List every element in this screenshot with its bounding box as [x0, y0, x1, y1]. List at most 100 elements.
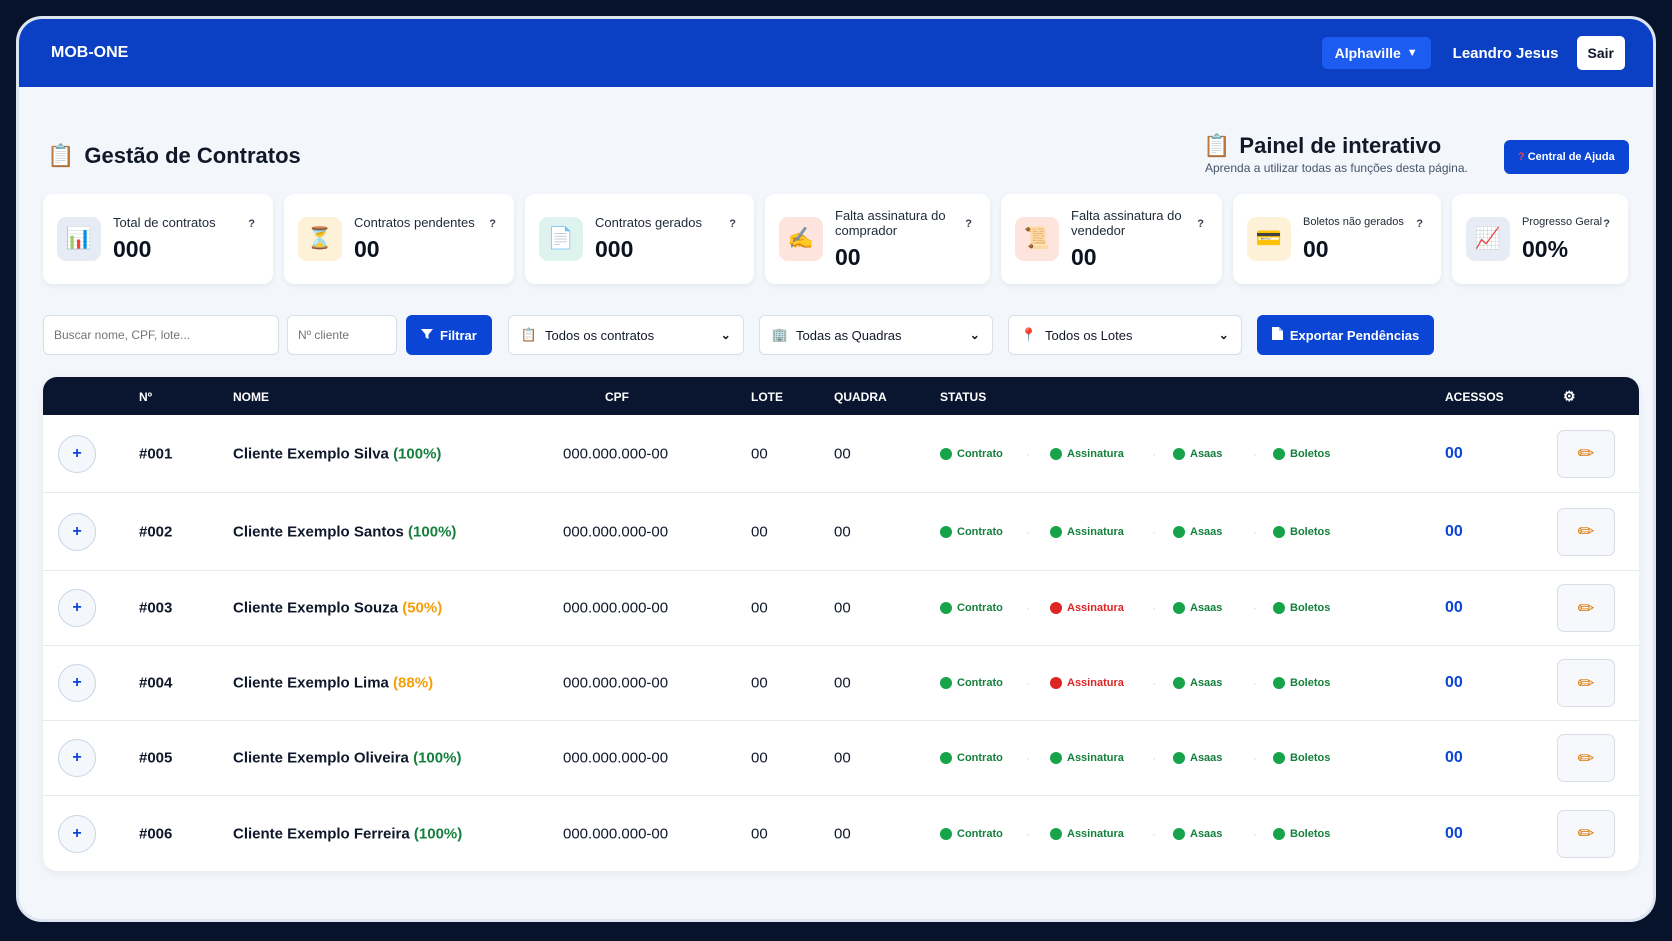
status-dot-icon: [1050, 447, 1062, 460]
stat-card-label: Boletos não gerados: [1303, 216, 1404, 228]
status-label: Asaas: [1190, 602, 1223, 614]
expand-row-button[interactable]: +: [58, 664, 96, 702]
lote-cell: 00: [751, 825, 768, 842]
help-center-button[interactable]: ? Central de Ajuda: [1504, 140, 1629, 174]
status-boletos: Boletos: [1273, 677, 1330, 689]
table-row: + #004 Cliente Exemplo Lima (88%) 000.000.0…: [43, 646, 1639, 721]
expand-row-button[interactable]: +: [58, 814, 96, 853]
status-boletos: Boletos: [1273, 602, 1330, 614]
panel-title: 📋 Painel de interativo: [1203, 133, 1468, 159]
expand-row-button[interactable]: +: [58, 739, 96, 777]
progress-percent: (50%): [402, 599, 443, 617]
blocks-select[interactable]: 🏢 Todas as Quadras ⌄: [758, 315, 993, 355]
lots-select-value: Todos os Lotes: [1045, 327, 1133, 343]
status-contrato: Contrato: [940, 827, 1003, 840]
edit-button[interactable]: ✏: [1557, 659, 1615, 707]
table-row: + #003 Cliente Exemplo Souza (50%) 000.000.…: [43, 571, 1639, 646]
status-label: Assinatura: [1067, 677, 1124, 689]
cpf-cell: 000.000.000-00: [563, 674, 669, 692]
header-status: STATUS: [940, 390, 987, 404]
client-name-cell: Cliente Exemplo Santos (100%): [233, 523, 456, 540]
stat-card-body: Contratos pendentes 00: [354, 215, 475, 263]
pencil-icon: ✏: [1577, 672, 1595, 695]
status-asaas: Asaas: [1173, 752, 1222, 764]
filter-bar: Filtrar 📋 Todos os contratos ⌄ 🏢 Todas a…: [43, 315, 1435, 355]
header-num: Nº: [139, 390, 153, 404]
expand-row-button[interactable]: +: [58, 434, 96, 473]
status-asaas: Asaas: [1173, 827, 1222, 840]
pin-icon: 📍: [1020, 327, 1038, 342]
stat-card-label: Contratos pendentes: [354, 215, 475, 230]
status-contrato: Contrato: [940, 752, 1003, 764]
status-dot-icon: [1273, 677, 1285, 689]
status-separator: ·: [1152, 446, 1156, 461]
cpf-cell: 000.000.000-00: [563, 599, 669, 617]
help-question-icon[interactable]: ?: [1197, 218, 1204, 230]
progress-percent: (100%): [413, 749, 462, 767]
expand-row-button[interactable]: +: [58, 589, 96, 627]
status-separator: ·: [1026, 676, 1030, 690]
client-name-cell: Cliente Exemplo Souza (50%): [233, 600, 442, 617]
filter-button[interactable]: Filtrar: [406, 315, 492, 355]
interactive-panel: 📋 Painel de interativo Aprenda a utiliza…: [1203, 133, 1468, 175]
client-name: Cliente Exemplo Oliveira: [233, 749, 409, 767]
status-dot-icon: [1273, 827, 1285, 840]
region-dropdown[interactable]: Alphaville ▼: [1321, 37, 1431, 69]
status-separator: ·: [1152, 601, 1156, 615]
status-boletos: Boletos: [1273, 752, 1330, 764]
status-label: Contrato: [957, 752, 1003, 764]
status-label: Contrato: [957, 447, 1003, 460]
client-name: Cliente Exemplo Ferreira: [233, 825, 410, 842]
quadra-cell: 00: [834, 445, 851, 462]
clipboard-icon: 📋: [47, 143, 75, 168]
stat-card-label: Falta assinatura do comprador: [835, 207, 946, 238]
client-name-cell: Cliente Exemplo Silva (100%): [233, 445, 441, 462]
status-dot-icon: [1050, 677, 1062, 689]
help-question-icon[interactable]: ?: [729, 218, 736, 230]
stat-card-value: 00: [354, 236, 380, 262]
status-separator: ·: [1152, 676, 1156, 690]
status-dot-icon: [1173, 827, 1185, 840]
edit-button[interactable]: ✏: [1557, 734, 1615, 782]
pencil-icon: ✏: [1577, 747, 1595, 770]
status-dot-icon: [1273, 602, 1285, 614]
expand-row-button[interactable]: +: [58, 512, 96, 551]
stat-card-body: Total de contratos 000: [113, 215, 216, 263]
row-number: #006: [139, 825, 173, 842]
client-number-input[interactable]: [287, 315, 397, 355]
help-question-icon[interactable]: ?: [248, 218, 255, 230]
status-dot-icon: [940, 827, 952, 840]
status-contrato: Contrato: [940, 525, 1003, 538]
search-input[interactable]: [43, 315, 279, 355]
settings-gear-icon[interactable]: ⚙: [1563, 388, 1576, 405]
client-name-cell: Cliente Exemplo Lima (88%): [233, 675, 433, 692]
access-count: 00: [1445, 674, 1463, 691]
edit-button[interactable]: ✏: [1557, 429, 1615, 478]
table-row: + #002 Cliente Exemplo Santos (100%) 000.00…: [43, 493, 1639, 571]
help-question-icon[interactable]: ?: [489, 218, 496, 230]
lots-select[interactable]: 📍 Todos os Lotes ⌄: [1007, 315, 1242, 355]
status-asaas: Asaas: [1173, 677, 1222, 689]
lote-cell: 00: [751, 599, 768, 617]
help-question-icon[interactable]: ?: [1416, 218, 1423, 230]
logout-button[interactable]: Sair: [1576, 36, 1625, 70]
edit-button[interactable]: ✏: [1557, 584, 1615, 632]
export-pending-button[interactable]: Exportar Pendências: [1256, 315, 1435, 355]
contracts-select[interactable]: 📋 Todos os contratos ⌄: [507, 315, 744, 355]
edit-button[interactable]: ✏: [1557, 507, 1615, 556]
stat-card: 📄 Contratos gerados 000?: [525, 194, 754, 284]
access-count: 00: [1445, 444, 1463, 462]
brand-logo[interactable]: MOB-ONE: [51, 44, 1322, 62]
stat-card-value: 00: [835, 243, 861, 270]
help-question-icon[interactable]: ?: [965, 218, 972, 230]
contracts-table: Nº NOME CPF LOTE QUADRA STATUS ACESSOS ⚙…: [43, 377, 1639, 871]
clipboard-icon: 📋: [520, 327, 538, 342]
status-dot-icon: [940, 447, 952, 460]
stats-cards: 📊 Total de contratos 000? ⏳ Contratos penden…: [43, 194, 1628, 284]
status-dot-icon: [1173, 677, 1185, 689]
pencil-icon: ✏: [1577, 823, 1595, 845]
row-number: #001: [139, 445, 173, 462]
help-question-icon[interactable]: ?: [1603, 218, 1610, 230]
quadra-cell: 00: [834, 825, 851, 842]
edit-button[interactable]: ✏: [1557, 809, 1615, 858]
